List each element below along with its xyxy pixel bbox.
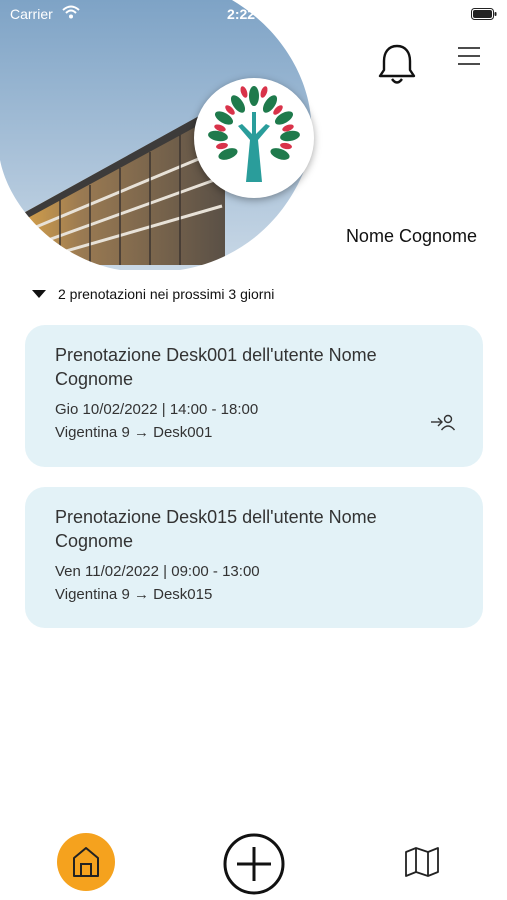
add-circle-icon	[223, 833, 285, 895]
clock-time: 2:22 PM	[227, 6, 280, 22]
app-screen: Carrier 2:22 PM Nome Cognome 2 prenotazi…	[0, 0, 507, 900]
tree-logo-icon	[208, 86, 300, 182]
nav-home-button[interactable]	[57, 833, 115, 891]
nav-add-booking-button[interactable]	[222, 832, 286, 896]
notifications-button[interactable]	[375, 42, 419, 88]
booking-title: Prenotazione Desk001 dell'utente Nome Co…	[55, 345, 377, 389]
home-icon	[73, 847, 99, 877]
booking-date: Gio 10/02/2022 | 14:00 - 18:00	[55, 401, 259, 418]
battery-icon	[471, 7, 497, 23]
booking-card[interactable]: Prenotazione Desk001 dell'utente Nome Co…	[25, 325, 483, 467]
booking-title: Prenotazione Desk015 dell'utente Nome Co…	[55, 507, 377, 551]
checkin-button[interactable]	[430, 413, 456, 431]
upcoming-bookings-toggle[interactable]: 2 prenotazioni nei prossimi 3 giorni	[32, 284, 274, 304]
caret-down-icon	[32, 290, 46, 298]
user-checkin-icon	[431, 414, 456, 431]
company-logo	[194, 78, 314, 198]
menu-button[interactable]	[455, 44, 485, 70]
booking-route: Vigentina 9 → Desk015	[55, 586, 213, 603]
map-icon	[405, 847, 439, 877]
nav-map-button[interactable]	[404, 846, 440, 878]
hamburger-menu-icon	[458, 47, 480, 65]
status-bar: Carrier 2:22 PM	[0, 0, 507, 28]
upcoming-bookings-label: 2 prenotazioni nei prossimi 3 giorni	[58, 286, 275, 302]
bell-icon	[378, 44, 416, 84]
booking-route: Vigentina 9 → Desk001	[55, 424, 213, 441]
user-name: Nome Cognome	[345, 226, 477, 246]
booking-date: Ven 11/02/2022 | 09:00 - 13:00	[55, 563, 260, 580]
booking-card[interactable]: Prenotazione Desk015 dell'utente Nome Co…	[25, 487, 483, 628]
